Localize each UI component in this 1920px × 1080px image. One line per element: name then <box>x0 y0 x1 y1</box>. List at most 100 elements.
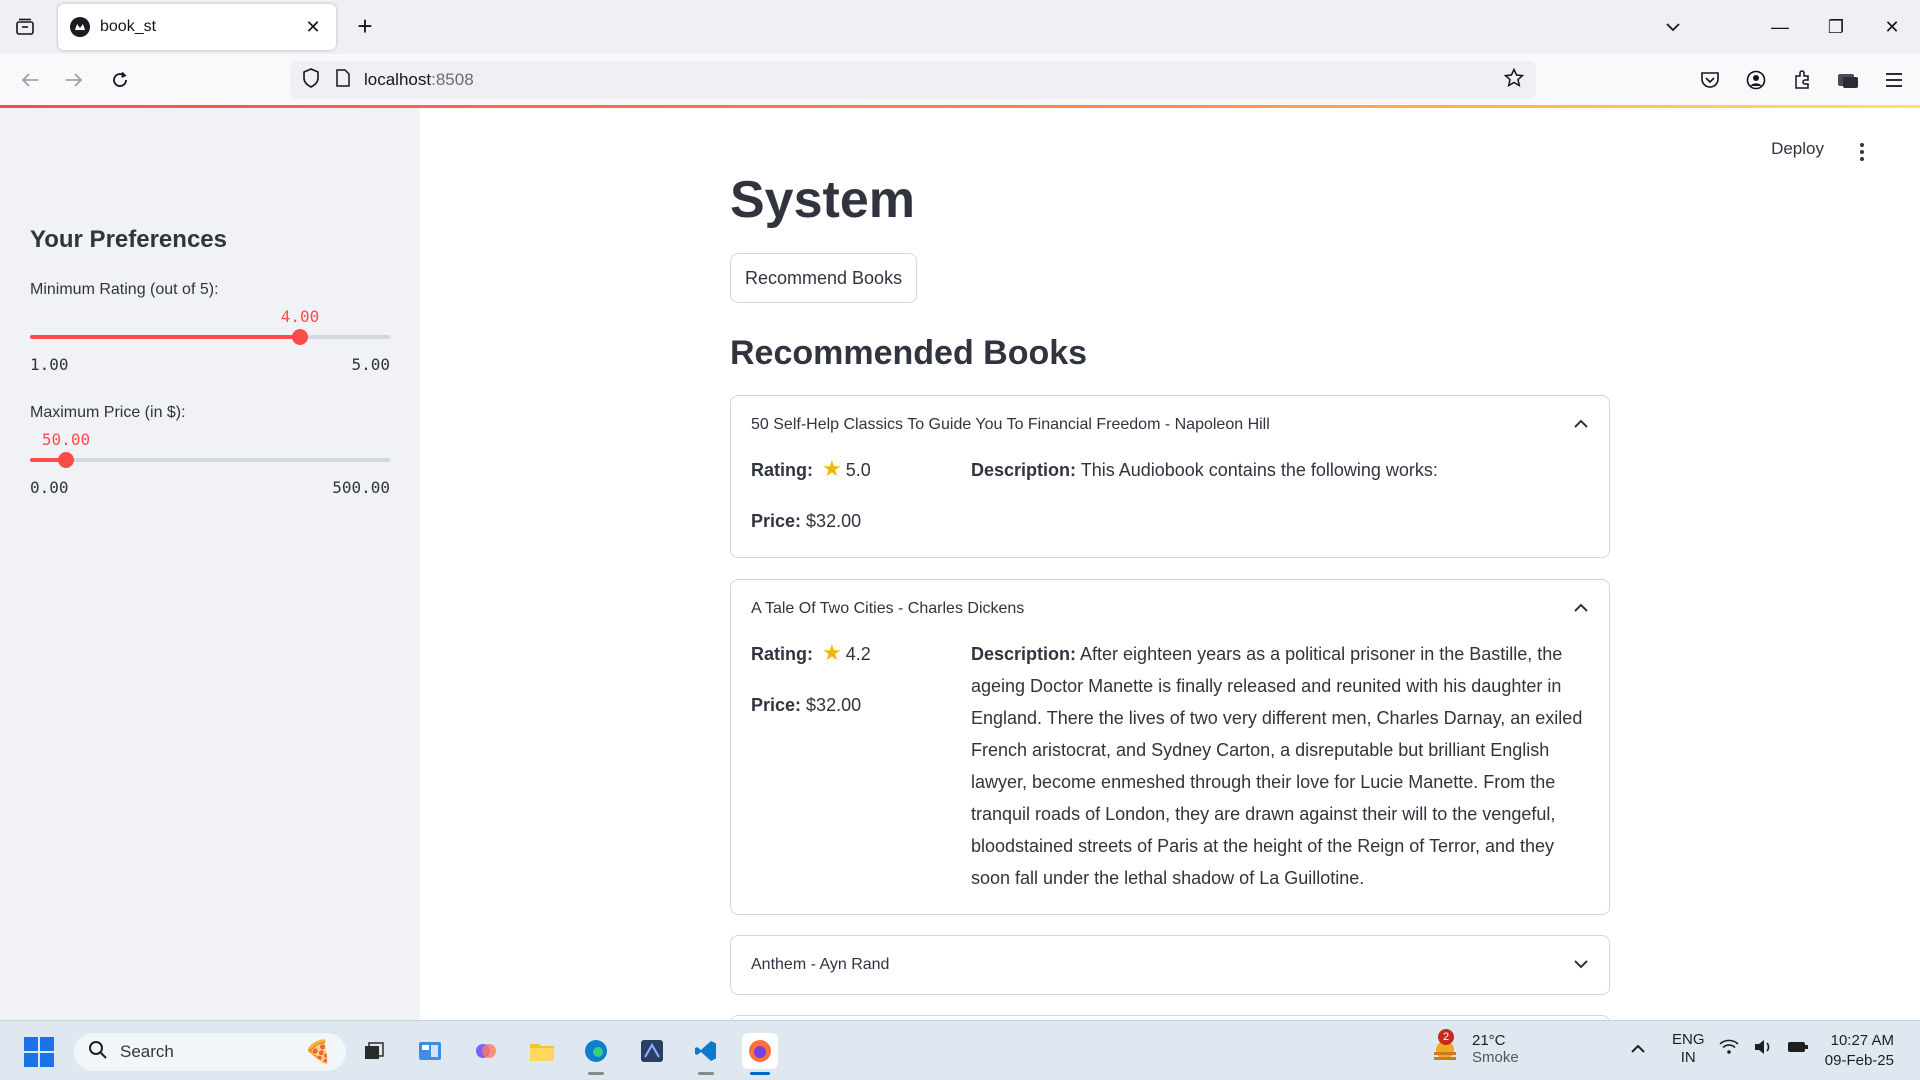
page-title: System <box>730 171 915 229</box>
browser-tab[interactable]: book_st ✕ <box>58 4 336 50</box>
url-port: :8508 <box>431 70 474 89</box>
book-expander-header[interactable]: A Tale Of Two Cities - Charles Dickens <box>731 580 1609 638</box>
weather-temp: 21°C <box>1472 1032 1506 1049</box>
rating-slider-max: 5.00 <box>351 355 390 374</box>
chevron-up-icon[interactable] <box>1630 1041 1646 1058</box>
taskbar-search[interactable]: Search 🍕 <box>74 1033 346 1071</box>
book-expander-body: Rating: ★ 5.0 Price: $32.00 Description: … <box>731 454 1609 576</box>
tab-title: book_st <box>100 18 157 35</box>
toolbar-right <box>1696 66 1908 94</box>
star-icon: ★ <box>822 456 842 481</box>
file-explorer-icon[interactable] <box>524 1033 560 1069</box>
price-slider-max: 500.00 <box>332 478 390 497</box>
recommend-books-button[interactable]: Recommend Books <box>730 253 918 303</box>
bookmark-star-icon[interactable] <box>1503 67 1525 93</box>
widgets-icon[interactable] <box>412 1033 448 1069</box>
rating-slider-fill <box>30 335 300 339</box>
copilot-icon[interactable] <box>468 1033 504 1069</box>
description-text: After eighteen years as a political pris… <box>971 644 1583 888</box>
rating-value: 4.2 <box>845 644 871 664</box>
book-expander-header[interactable]: Anthem - Ayn Rand <box>731 936 1609 994</box>
star-icon: ★ <box>822 640 842 665</box>
volume-icon[interactable] <box>1753 1039 1773 1059</box>
rating-slider[interactable] <box>30 329 390 345</box>
account-icon[interactable] <box>1742 66 1770 94</box>
clock-date: 09-Feb-25 <box>1824 1052 1894 1069</box>
rating-slider-thumb[interactable] <box>292 329 308 345</box>
hamburger-menu-icon[interactable] <box>1880 66 1908 94</box>
chevron-up-icon[interactable] <box>1573 600 1589 618</box>
minimize-icon[interactable]: — <box>1752 17 1808 38</box>
book-description: Description: This Audiobook contains the… <box>971 454 1589 558</box>
language-indicator[interactable]: ENG IN <box>1672 1031 1705 1067</box>
restore-icon[interactable]: ❐ <box>1808 17 1864 38</box>
sidebar-heading: Your Preferences <box>30 226 227 253</box>
weather-widget[interactable]: 2 21°C Smoke <box>1430 1029 1519 1067</box>
streamlit-favicon-icon <box>70 17 90 37</box>
pizza-icon: 🍕 <box>304 1039 332 1064</box>
price-value: $32.00 <box>806 695 862 715</box>
search-placeholder: Search <box>120 1042 174 1061</box>
pocket-icon[interactable] <box>1696 66 1724 94</box>
reload-icon[interactable] <box>106 66 134 94</box>
book-price: Price: $32.00 <box>751 690 971 742</box>
main-menu-icon[interactable] <box>1850 140 1874 164</box>
rating-slider-value: 4.00 <box>280 307 320 326</box>
system-tray: ENG IN <box>1630 1031 1809 1067</box>
wifi-icon[interactable] <box>1718 1039 1739 1059</box>
price-label: Price: <box>751 695 802 715</box>
rating-value: 5.0 <box>845 460 871 480</box>
back-icon[interactable] <box>16 66 44 94</box>
book-expander-header[interactable]: 50 Self-Help Classics To Guide You To Fi… <box>731 396 1609 454</box>
new-tab-icon[interactable]: + <box>350 12 380 42</box>
book-expander: A Tale Of Two Cities - Charles Dickens R… <box>730 579 1610 915</box>
task-view-icon[interactable] <box>356 1033 392 1069</box>
url-bar[interactable]: localhost:8508 <box>290 61 1536 99</box>
clock[interactable]: 10:27 AM 09-Feb-25 <box>1825 1031 1894 1071</box>
book-rating: Rating: ★ 4.2 <box>751 638 971 690</box>
price-slider-value: 50.00 <box>41 430 91 449</box>
edge-icon[interactable] <box>578 1033 614 1075</box>
vscode-icon[interactable] <box>688 1033 724 1075</box>
price-slider-thumb[interactable] <box>58 452 74 468</box>
book-title: 50 Self-Help Classics To Guide You To Fi… <box>751 416 1270 433</box>
description-label: Description: <box>971 460 1077 480</box>
price-label: Price: <box>751 511 802 531</box>
weather-condition: Smoke <box>1472 1049 1519 1066</box>
list-all-tabs-icon[interactable] <box>1660 14 1686 40</box>
description-label: Description: <box>971 644 1077 664</box>
book-title: Anthem - Ayn Rand <box>751 956 890 973</box>
forward-icon[interactable] <box>60 66 88 94</box>
price-slider-min: 0.00 <box>30 478 69 497</box>
chevron-up-icon[interactable] <box>1573 416 1589 434</box>
tab-list-icon[interactable] <box>12 14 38 40</box>
description-text: This Audiobook contains the following wo… <box>1080 460 1438 480</box>
book-price: Price: $32.00 <box>751 506 971 558</box>
language-bottom: IN <box>1680 1049 1696 1066</box>
book-title: A Tale Of Two Cities - Charles Dickens <box>751 600 1025 617</box>
extensions-icon[interactable] <box>1788 66 1816 94</box>
deploy-button[interactable]: Deploy <box>1771 139 1824 159</box>
book-rating: Rating: ★ 5.0 <box>751 454 971 506</box>
taskbar: Search 🍕 2 21°C Smoke ENG IN 10:27 AM 09… <box>0 1020 1920 1080</box>
close-window-icon[interactable]: ✕ <box>1864 17 1920 38</box>
book-expander-body: Rating: ★ 4.2 Price: $32.00 Description: … <box>731 638 1609 912</box>
windows-start-icon[interactable] <box>24 1037 54 1067</box>
app-icon-dark[interactable] <box>634 1033 670 1069</box>
firefox-icon[interactable] <box>742 1033 778 1075</box>
battery-icon[interactable] <box>1787 1040 1809 1058</box>
rating-slider-label: Minimum Rating (out of 5): <box>30 281 219 298</box>
price-slider[interactable] <box>30 452 390 468</box>
language-top: ENG <box>1672 1031 1705 1048</box>
chevron-down-icon[interactable] <box>1573 956 1589 974</box>
url-text: localhost:8508 <box>364 70 474 90</box>
shield-icon[interactable] <box>302 67 320 93</box>
rating-label: Rating: <box>751 644 813 664</box>
page-icon[interactable] <box>336 68 350 92</box>
sidebar: Your Preferences Minimum Rating (out of … <box>0 108 420 1020</box>
container-icon[interactable] <box>1834 66 1862 94</box>
close-tab-icon[interactable]: ✕ <box>302 17 324 38</box>
browser-tab-bar: book_st ✕ + — ❐ ✕ <box>0 0 1920 54</box>
book-description: Description: After eighteen years as a p… <box>971 638 1589 894</box>
price-slider-label: Maximum Price (in $): <box>30 404 186 421</box>
